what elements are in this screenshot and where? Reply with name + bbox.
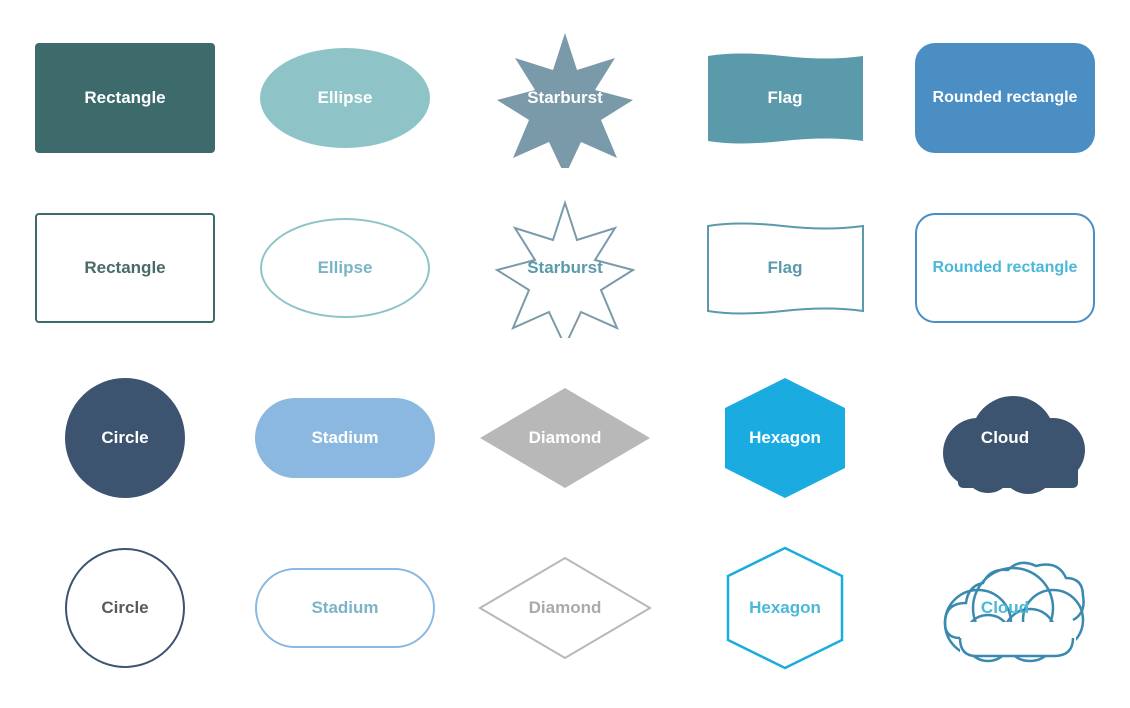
- ellipse-outline-shape: [260, 218, 430, 318]
- ellipse-filled-cell: Ellipse: [245, 18, 445, 178]
- stadium-outline-shape: [255, 568, 435, 648]
- circle-filled-cell: Circle: [25, 358, 225, 518]
- starburst-filled-shape: [485, 28, 645, 168]
- diamond-filled-cell: Diamond: [465, 358, 665, 518]
- shapes-grid: Rectangle Ellipse Starburst Flag Rounded…: [5, 0, 1125, 708]
- hexagon-filled-shape: [725, 378, 845, 498]
- flag-filled-shape: [698, 51, 873, 146]
- cloud-outline-cell: Cloud: [905, 528, 1105, 688]
- diamond-filled-shape: [475, 383, 655, 493]
- diamond-outline-cell: Diamond: [465, 528, 665, 688]
- cloud-filled-shape: [918, 378, 1093, 498]
- hexagon-outline-shape: [720, 543, 850, 673]
- rectangle-outline-cell: Rectangle: [25, 188, 225, 348]
- rectangle-filled-shape: [35, 43, 215, 153]
- cloud-filled-cell: Cloud: [905, 358, 1105, 518]
- rounded-rect-outline-shape: [915, 213, 1095, 323]
- rectangle-outline-shape: [35, 213, 215, 323]
- rounded-rect-outline-cell: Rounded rectangle: [905, 188, 1105, 348]
- rounded-rect-filled-shape: [915, 43, 1095, 153]
- flag-outline-cell: Flag: [685, 188, 885, 348]
- circle-filled-shape: [65, 378, 185, 498]
- starburst-outline-shape: [485, 198, 645, 338]
- stadium-filled-shape: [255, 398, 435, 478]
- circle-outline-shape: [65, 548, 185, 668]
- stadium-filled-cell: Stadium: [245, 358, 445, 518]
- hexagon-outline-cell: Hexagon: [685, 528, 885, 688]
- ellipse-filled-shape: [260, 48, 430, 148]
- flag-outline-shape: [698, 221, 873, 316]
- rectangle-filled-cell: Rectangle: [25, 18, 225, 178]
- stadium-outline-cell: Stadium: [245, 528, 445, 688]
- diamond-outline-shape: [475, 553, 655, 663]
- cloud-outline-shape: [918, 548, 1093, 668]
- starburst-outline-cell: Starburst: [465, 188, 665, 348]
- flag-filled-cell: Flag: [685, 18, 885, 178]
- ellipse-outline-cell: Ellipse: [245, 188, 445, 348]
- circle-outline-cell: Circle: [25, 528, 225, 688]
- hexagon-filled-cell: Hexagon: [685, 358, 885, 518]
- rounded-rect-filled-cell: Rounded rectangle: [905, 18, 1105, 178]
- starburst-filled-cell: Starburst: [465, 18, 665, 178]
